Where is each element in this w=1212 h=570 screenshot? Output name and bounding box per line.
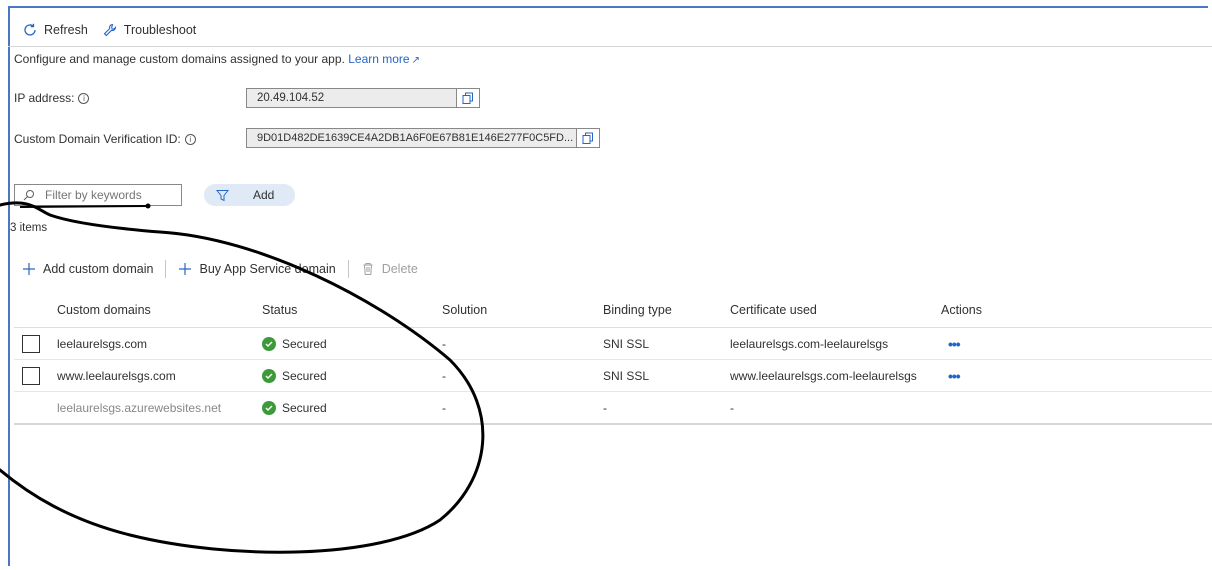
items-count: 3 items	[10, 222, 48, 234]
solution-cell: -	[442, 336, 446, 351]
table-row[interactable]: www.leelaurelsgs.com Secured - SNI SSL w…	[14, 360, 1212, 392]
copy-ip-button[interactable]	[456, 89, 479, 107]
filter-box[interactable]	[14, 184, 182, 206]
troubleshoot-label: Troubleshoot	[123, 23, 197, 37]
domain-cell: leelaurelsgs.com	[57, 336, 148, 351]
status-text: Secured	[282, 368, 327, 383]
description-text: Configure and manage custom domains assi…	[14, 52, 345, 66]
refresh-button[interactable]: Refresh	[22, 22, 88, 38]
certificate-cell: www.leelaurelsgs.com-leelaurelsgs	[730, 368, 917, 383]
solution-cell: -	[442, 368, 446, 383]
info-icon[interactable]: i	[78, 93, 90, 105]
row-checkbox[interactable]	[22, 335, 40, 353]
check-circle-icon	[262, 336, 276, 351]
add-filter-button[interactable]: Add	[204, 184, 295, 206]
ip-address-label: IP address:	[14, 91, 75, 105]
copy-icon	[462, 92, 473, 104]
wrench-icon	[103, 23, 116, 37]
ip-address-value: 20.49.104.52	[257, 92, 325, 104]
certificate-cell: -	[730, 400, 734, 415]
status-text: Secured	[282, 336, 327, 351]
column-header-binding-type[interactable]: Binding type	[603, 293, 672, 327]
plus-icon	[23, 263, 35, 275]
table-header: Custom domains Status Solution Binding t…	[14, 293, 1212, 328]
add-custom-domain-label: Add custom domain	[43, 262, 154, 276]
add-filter-label: Add	[253, 188, 275, 202]
column-header-certificate[interactable]: Certificate used	[730, 293, 817, 327]
copy-icon	[582, 132, 593, 144]
refresh-icon	[24, 23, 36, 36]
column-header-solution[interactable]: Solution	[442, 293, 487, 327]
status-cell: Secured	[262, 360, 327, 391]
binding-cell: SNI SSL	[603, 336, 650, 351]
binding-cell: -	[603, 400, 607, 415]
certificate-cell: leelaurelsgs.com-leelaurelsgs	[730, 336, 889, 351]
status-cell: Secured	[262, 328, 327, 359]
delete-button[interactable]: Delete	[361, 262, 418, 276]
status-cell: Secured	[262, 392, 327, 423]
ip-address-label-row: IP address: i	[14, 91, 90, 105]
column-header-status[interactable]: Status	[262, 293, 297, 327]
toolbar-divider	[347, 260, 349, 278]
solution-cell: -	[442, 400, 446, 415]
column-header-custom-domains[interactable]: Custom domains	[57, 293, 151, 327]
more-actions-button[interactable]: •••	[948, 360, 961, 391]
table-row: leelaurelsgs.azurewebsites.net Secured -…	[14, 392, 1212, 425]
learn-more-link[interactable]: Learn more	[348, 52, 409, 66]
troubleshoot-button[interactable]: Troubleshoot	[102, 22, 197, 38]
plus-icon	[179, 263, 192, 275]
verification-label-row: Custom Domain Verification ID: i	[14, 132, 196, 146]
external-link-icon: ↗	[411, 55, 420, 66]
add-custom-domain-button[interactable]: Add custom domain	[22, 262, 153, 276]
buy-domain-button[interactable]: Buy App Service domain	[178, 262, 336, 276]
delete-label: Delete	[381, 262, 418, 276]
domain-cell: www.leelaurelsgs.com	[57, 368, 176, 383]
binding-cell: SNI SSL	[603, 368, 650, 383]
trash-icon	[363, 263, 373, 275]
content-frame	[8, 6, 1208, 566]
table-toolbar: Add custom domain Buy App Service domain…	[22, 258, 418, 280]
domain-cell: leelaurelsgs.azurewebsites.net	[57, 400, 222, 415]
page-description: Configure and manage custom domains assi…	[14, 52, 420, 66]
verification-id-label: Custom Domain Verification ID:	[14, 132, 181, 146]
search-icon	[23, 190, 34, 201]
buy-domain-label: Buy App Service domain	[199, 262, 336, 276]
toolbar-divider	[165, 260, 167, 278]
refresh-label: Refresh	[44, 23, 88, 37]
check-circle-icon	[262, 400, 276, 415]
more-actions-button[interactable]: •••	[948, 328, 961, 359]
domains-table: Custom domains Status Solution Binding t…	[14, 293, 1212, 425]
command-bar: Refresh Troubleshoot	[8, 14, 1212, 47]
verification-id-value: 9D01D482DE1639CE4A2DB1A6F0E67B81E146E277…	[257, 132, 574, 144]
table-row[interactable]: leelaurelsgs.com Secured - SNI SSL leela…	[14, 328, 1212, 360]
filter-input[interactable]	[43, 187, 167, 203]
copy-verification-button[interactable]	[576, 129, 599, 147]
verification-id-field[interactable]: 9D01D482DE1639CE4A2DB1A6F0E67B81E146E277…	[246, 128, 600, 148]
row-checkbox[interactable]	[22, 367, 40, 385]
check-circle-icon	[262, 368, 276, 383]
funnel-icon	[216, 189, 229, 201]
info-icon[interactable]: i	[184, 134, 196, 146]
status-text: Secured	[282, 400, 327, 415]
ip-address-field[interactable]: 20.49.104.52	[246, 88, 480, 108]
column-header-actions: Actions	[941, 303, 982, 317]
